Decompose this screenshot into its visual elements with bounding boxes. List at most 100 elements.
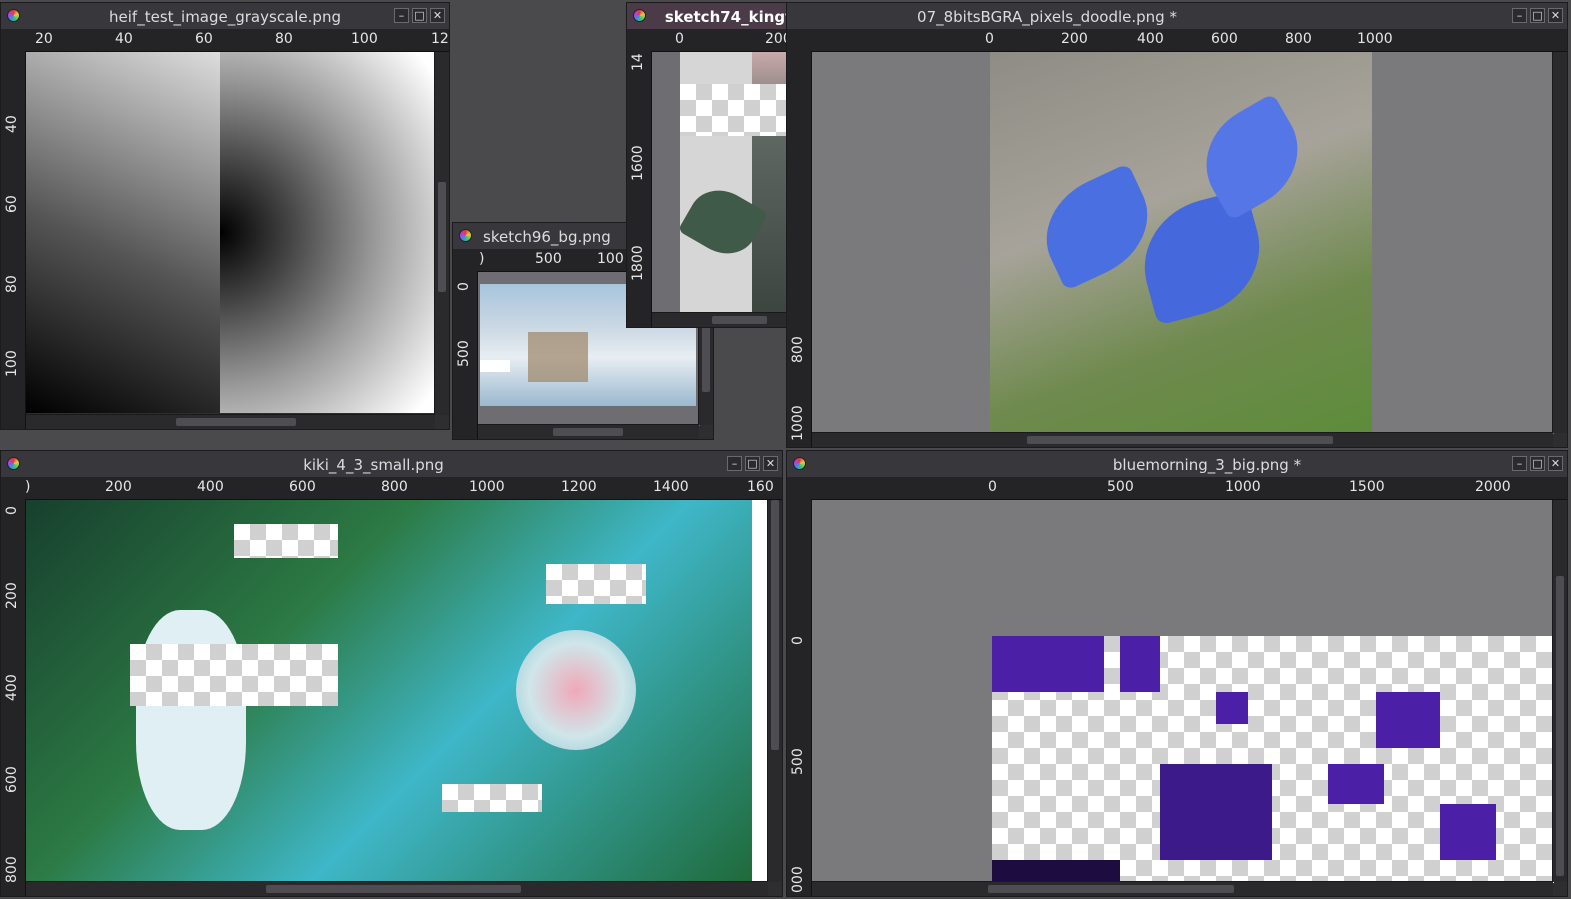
title-bar[interactable]: heif_test_image_grayscale.png – □ ✕: [1, 3, 449, 29]
ruler-tick: 1000: [1225, 479, 1261, 495]
window-doodle[interactable]: 07_8bitsBGRA_pixels_doodle.png * – □ ✕ 0…: [786, 2, 1568, 448]
ruler-tick: 400: [4, 674, 20, 701]
close-button[interactable]: ✕: [1548, 8, 1563, 23]
ruler-tick: ): [25, 479, 31, 495]
window-title: bluemorning_3_big.png *: [1112, 456, 1302, 474]
maximize-button[interactable]: □: [1530, 456, 1545, 471]
krita-app-icon: [459, 229, 472, 242]
horizontal-ruler[interactable]: 20 40 60 80 100 12: [25, 29, 449, 52]
ruler-tick: 1000: [790, 405, 806, 441]
ruler-tick: 40: [115, 31, 133, 47]
horizontal-scrollbar[interactable]: [812, 432, 1553, 447]
image-canvas[interactable]: [812, 52, 1554, 434]
ruler-tick: 000: [790, 866, 806, 893]
ruler-tick: 60: [4, 195, 20, 213]
ruler-tick: 100: [597, 251, 624, 267]
ruler-tick: 800: [790, 336, 806, 363]
ruler-tick: 600: [1211, 31, 1238, 47]
window-title: 07_8bitsBGRA_pixels_doodle.png *: [917, 8, 1177, 26]
close-button[interactable]: ✕: [763, 456, 778, 471]
minimize-button[interactable]: –: [1512, 456, 1527, 471]
ruler-tick: 160: [747, 479, 774, 495]
title-bar[interactable]: kiki_4_3_small.png – □ ✕: [1, 451, 782, 477]
ruler-tick: 1000: [469, 479, 505, 495]
ruler-tick: 60: [195, 31, 213, 47]
ruler-tick: 500: [790, 748, 806, 775]
ruler-tick: 2000: [1475, 479, 1511, 495]
ruler-tick: 800: [4, 856, 20, 883]
close-button[interactable]: ✕: [1548, 456, 1563, 471]
horizontal-ruler[interactable]: ) 200 400 600 800 1000 1200 1400 160: [25, 477, 782, 500]
vertical-ruler[interactable]: 40 60 80 100: [1, 51, 26, 429]
ruler-corner: [1, 477, 25, 499]
ruler-tick: 100: [4, 350, 20, 377]
ruler-corner: [1, 29, 25, 51]
ruler-tick: 14: [630, 53, 646, 71]
horizontal-scrollbar[interactable]: [478, 424, 699, 439]
ruler-tick: 1200: [561, 479, 597, 495]
ruler-tick: 500: [456, 340, 472, 367]
ruler-tick: 100: [351, 31, 378, 47]
ruler-tick: 20: [35, 31, 53, 47]
ruler-tick: 400: [197, 479, 224, 495]
ruler-tick: 500: [535, 251, 562, 267]
ruler-tick: 0: [4, 506, 20, 515]
ruler-tick: 200: [105, 479, 132, 495]
window-kiki[interactable]: kiki_4_3_small.png – □ ✕ ) 200 400 600 8…: [0, 450, 783, 897]
ruler-tick: 400: [1137, 31, 1164, 47]
ruler-tick: 80: [4, 275, 20, 293]
ruler-tick: 600: [289, 479, 316, 495]
ruler-corner: [453, 249, 477, 271]
maximize-button[interactable]: □: [745, 456, 760, 471]
horizontal-scrollbar[interactable]: [26, 414, 435, 429]
vertical-ruler[interactable]: 800 1000: [787, 51, 812, 447]
ruler-corner: [787, 477, 811, 499]
ruler-tick: 0: [456, 282, 472, 291]
vertical-ruler[interactable]: 14 1600 1800: [627, 51, 652, 327]
ruler-tick: 1600: [630, 145, 646, 181]
ruler-tick: 200: [4, 582, 20, 609]
minimize-button[interactable]: –: [727, 456, 742, 471]
ruler-corner: [627, 29, 651, 51]
ruler-tick: 1500: [1349, 479, 1385, 495]
horizontal-scrollbar[interactable]: [26, 881, 768, 896]
ruler-tick: 600: [4, 766, 20, 793]
ruler-tick: 0: [988, 479, 997, 495]
vertical-scrollbar[interactable]: [767, 500, 782, 882]
window-bluemorning[interactable]: bluemorning_3_big.png * – □ ✕ 0 500 1000…: [786, 450, 1568, 897]
horizontal-ruler[interactable]: 0 500 1000 1500 2000: [811, 477, 1567, 500]
vertical-ruler[interactable]: 0 500 000: [787, 499, 812, 896]
horizontal-scrollbar[interactable]: [812, 881, 1553, 896]
ruler-tick: 80: [275, 31, 293, 47]
ruler-tick: 0: [675, 31, 684, 47]
vertical-ruler[interactable]: 0 200 400 600 800: [1, 499, 26, 896]
title-bar[interactable]: 07_8bitsBGRA_pixels_doodle.png * – □ ✕: [787, 3, 1567, 29]
krita-app-icon: [793, 457, 806, 470]
image-canvas[interactable]: [26, 52, 435, 413]
vertical-scrollbar[interactable]: [1552, 500, 1567, 882]
vertical-ruler[interactable]: 0 500: [453, 271, 478, 439]
ruler-corner: [787, 29, 811, 51]
ruler-tick: 500: [1107, 479, 1134, 495]
image-canvas[interactable]: [26, 500, 768, 883]
ruler-tick: 800: [1285, 31, 1312, 47]
maximize-button[interactable]: □: [1530, 8, 1545, 23]
ruler-tick: 1000: [1357, 31, 1393, 47]
ruler-tick: 0: [985, 31, 994, 47]
window-title: kiki_4_3_small.png: [303, 456, 444, 474]
close-button[interactable]: ✕: [430, 8, 445, 23]
ruler-tick: 1800: [630, 245, 646, 281]
ruler-tick: 1400: [653, 479, 689, 495]
window-heif-grayscale[interactable]: heif_test_image_grayscale.png – □ ✕ 20 4…: [0, 2, 450, 430]
minimize-button[interactable]: –: [394, 8, 409, 23]
ruler-tick: 800: [381, 479, 408, 495]
ruler-tick: 40: [4, 115, 20, 133]
maximize-button[interactable]: □: [412, 8, 427, 23]
horizontal-ruler[interactable]: 0 200 400 600 800 1000: [811, 29, 1567, 52]
minimize-button[interactable]: –: [1512, 8, 1527, 23]
title-bar[interactable]: bluemorning_3_big.png * – □ ✕: [787, 451, 1567, 477]
vertical-scrollbar[interactable]: [434, 52, 449, 415]
image-canvas[interactable]: [812, 500, 1554, 883]
vertical-scrollbar[interactable]: [1552, 52, 1567, 433]
window-title: heif_test_image_grayscale.png: [109, 8, 341, 26]
